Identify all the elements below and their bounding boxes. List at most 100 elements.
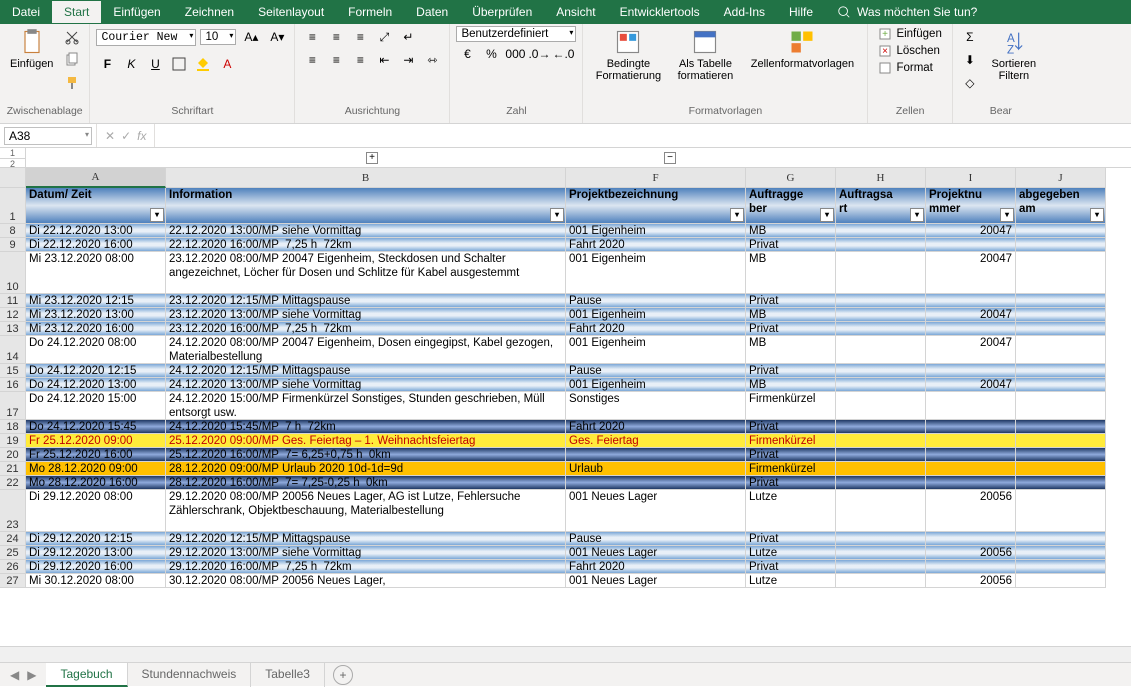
cell-G8[interactable]: MB <box>746 224 836 238</box>
cell-F19[interactable]: Ges. Feiertag <box>566 434 746 448</box>
thousands-button[interactable]: 000 <box>504 43 526 65</box>
cell-I8[interactable]: 20047 <box>926 224 1016 238</box>
copy-button[interactable] <box>61 49 83 71</box>
cell-J8[interactable] <box>1016 224 1106 238</box>
cell-F25[interactable]: 001 Neues Lager <box>566 546 746 560</box>
cell-I11[interactable] <box>926 294 1016 308</box>
cell-J15[interactable] <box>1016 364 1106 378</box>
name-box[interactable]: A38 <box>4 127 92 145</box>
filter-button[interactable]: ▾ <box>550 208 564 222</box>
dec-decimal-button[interactable]: ←.0 <box>552 43 574 65</box>
ribbon-tab-add-ins[interactable]: Add-Ins <box>712 1 777 23</box>
align-right-button[interactable]: ≡ <box>349 49 371 71</box>
cell-H8[interactable] <box>836 224 926 238</box>
cell-F27[interactable]: 001 Neues Lager <box>566 574 746 588</box>
cell-H13[interactable] <box>836 322 926 336</box>
cell-B18[interactable]: 24.12.2020 15:45/MP 7 h 72km <box>166 420 566 434</box>
cell-F20[interactable] <box>566 448 746 462</box>
table-header-I[interactable]: Projektnummer▾ <box>926 188 1016 224</box>
ribbon-tab-datei[interactable]: Datei <box>0 1 52 23</box>
row-header[interactable]: 20 <box>0 448 26 462</box>
cell-B23[interactable]: 29.12.2020 08:00/MP 20056 Neues Lager, A… <box>166 490 566 532</box>
cell-F12[interactable]: 001 Eigenheim <box>566 308 746 322</box>
align-bottom-button[interactable]: ≡ <box>349 26 371 48</box>
cell-A27[interactable]: Mi 30.12.2020 08:00 <box>26 574 166 588</box>
cut-button[interactable] <box>61 26 83 48</box>
cell-G15[interactable]: Privat <box>746 364 836 378</box>
cell-I13[interactable] <box>926 322 1016 336</box>
cell-I9[interactable] <box>926 238 1016 252</box>
paste-button[interactable]: Einfügen <box>6 26 57 72</box>
table-header-G[interactable]: Auftraggeber▾ <box>746 188 836 224</box>
cell-A26[interactable]: Di 29.12.2020 16:00 <box>26 560 166 574</box>
cell-J9[interactable] <box>1016 238 1106 252</box>
grow-font-button[interactable]: A▴ <box>240 26 262 48</box>
bold-button[interactable]: F <box>96 53 118 75</box>
row-header[interactable]: 8 <box>0 224 26 238</box>
cell-H19[interactable] <box>836 434 926 448</box>
cell-J21[interactable] <box>1016 462 1106 476</box>
format-painter-button[interactable] <box>61 72 83 94</box>
formula-input[interactable] <box>154 124 1131 147</box>
fill-button[interactable]: ⬇ <box>959 49 981 71</box>
cell-I24[interactable] <box>926 532 1016 546</box>
font-color-button[interactable]: A <box>216 53 238 75</box>
cell-B9[interactable]: 22.12.2020 16:00/MP 7,25 h 72km <box>166 238 566 252</box>
cell-J22[interactable] <box>1016 476 1106 490</box>
cell-A20[interactable]: Fr 25.12.2020 16:00 <box>26 448 166 462</box>
fx-icon[interactable]: fx <box>137 129 146 143</box>
cell-F13[interactable]: Fahrt 2020 <box>566 322 746 336</box>
row-header[interactable]: 9 <box>0 238 26 252</box>
cell-F8[interactable]: 001 Eigenheim <box>566 224 746 238</box>
column-header-I[interactable]: I <box>926 168 1016 188</box>
cell-J16[interactable] <box>1016 378 1106 392</box>
cell-A24[interactable]: Di 29.12.2020 12:15 <box>26 532 166 546</box>
row-header[interactable]: 26 <box>0 560 26 574</box>
cell-J20[interactable] <box>1016 448 1106 462</box>
cell-A25[interactable]: Di 29.12.2020 13:00 <box>26 546 166 560</box>
row-header[interactable]: 11 <box>0 294 26 308</box>
cell-F16[interactable]: 001 Eigenheim <box>566 378 746 392</box>
cell-B14[interactable]: 24.12.2020 08:00/MP 20047 Eigenheim, Dos… <box>166 336 566 364</box>
cancel-formula-icon[interactable]: ✕ <box>105 129 115 143</box>
italic-button[interactable]: K <box>120 53 142 75</box>
cell-I22[interactable] <box>926 476 1016 490</box>
cell-B21[interactable]: 28.12.2020 09:00/MP Urlaub 2020 10d-1d=9… <box>166 462 566 476</box>
cell-F24[interactable]: Pause <box>566 532 746 546</box>
cell-J14[interactable] <box>1016 336 1106 364</box>
column-header-J[interactable]: J <box>1016 168 1106 188</box>
outline-level-1[interactable]: 1 <box>0 148 25 159</box>
cell-G27[interactable]: Lutze <box>746 574 836 588</box>
cell-H25[interactable] <box>836 546 926 560</box>
cell-A21[interactable]: Mo 28.12.2020 09:00 <box>26 462 166 476</box>
cell-B25[interactable]: 29.12.2020 13:00/MP siehe Vormittag <box>166 546 566 560</box>
enter-formula-icon[interactable]: ✓ <box>121 129 131 143</box>
cell-H23[interactable] <box>836 490 926 532</box>
cell-B24[interactable]: 29.12.2020 12:15/MP Mittagspause <box>166 532 566 546</box>
cell-I16[interactable]: 20047 <box>926 378 1016 392</box>
table-header-H[interactable]: Auftragsart▾ <box>836 188 926 224</box>
cell-J25[interactable] <box>1016 546 1106 560</box>
new-sheet-button[interactable]: + <box>333 665 353 685</box>
cell-I15[interactable] <box>926 364 1016 378</box>
cell-H12[interactable] <box>836 308 926 322</box>
fill-color-button[interactable] <box>192 53 214 75</box>
cell-B10[interactable]: 23.12.2020 08:00/MP 20047 Eigenheim, Ste… <box>166 252 566 294</box>
font-name-combo[interactable]: Courier New <box>96 29 196 46</box>
cell-I26[interactable] <box>926 560 1016 574</box>
cell-F22[interactable] <box>566 476 746 490</box>
tell-me-search[interactable]: Was möchten Sie tun? <box>837 5 977 19</box>
cell-J27[interactable] <box>1016 574 1106 588</box>
ribbon-tab-hilfe[interactable]: Hilfe <box>777 1 825 23</box>
dec-indent-button[interactable]: ⇤ <box>373 49 395 71</box>
ribbon-tab-zeichnen[interactable]: Zeichnen <box>173 1 246 23</box>
row-header[interactable]: 21 <box>0 462 26 476</box>
align-left-button[interactable]: ≡ <box>301 49 323 71</box>
row-header[interactable]: 16 <box>0 378 26 392</box>
cell-F11[interactable]: Pause <box>566 294 746 308</box>
cell-A10[interactable]: Mi 23.12.2020 08:00 <box>26 252 166 294</box>
ribbon-tab-start[interactable]: Start <box>52 1 101 23</box>
cell-G20[interactable]: Privat <box>746 448 836 462</box>
cell-I19[interactable] <box>926 434 1016 448</box>
cell-B15[interactable]: 24.12.2020 12:15/MP Mittagspause <box>166 364 566 378</box>
